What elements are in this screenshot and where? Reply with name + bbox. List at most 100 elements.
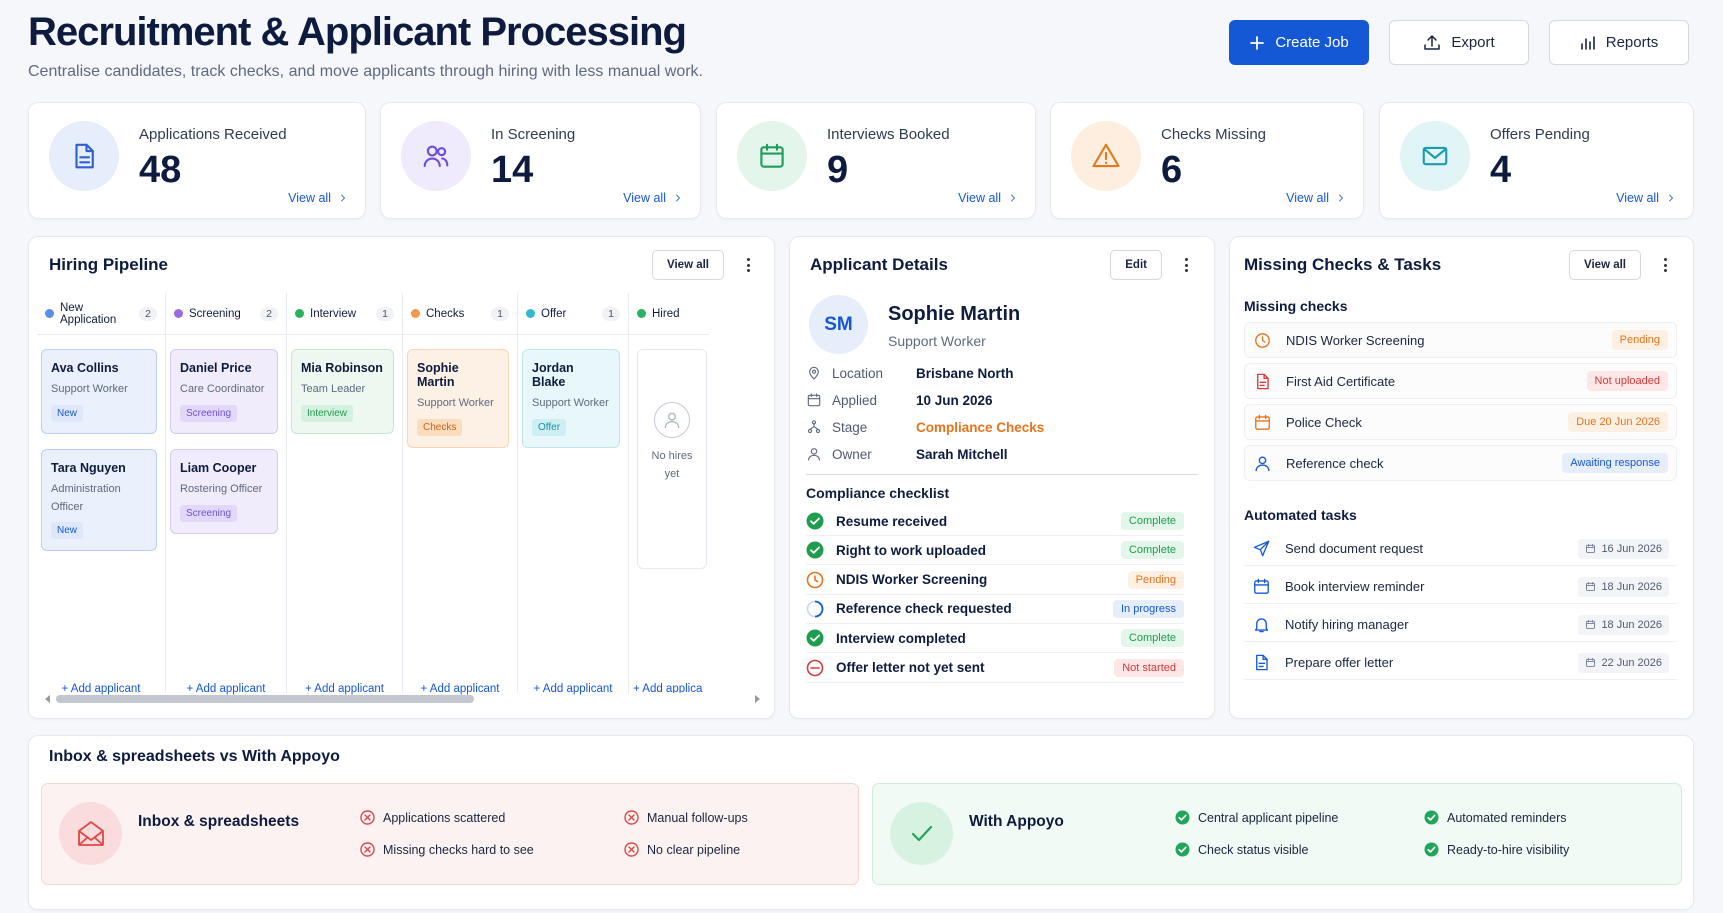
stat-card: In Screening 14 View all: [380, 102, 701, 219]
checklist-title: Compliance checklist: [806, 485, 950, 501]
comparison-item: Applications scattered: [360, 810, 505, 825]
task-date: 22 Jun 2026: [1578, 652, 1669, 673]
check-icon: [890, 802, 953, 865]
horizontal-scrollbar[interactable]: [43, 693, 760, 705]
calendar-icon: [1252, 577, 1272, 596]
info-key: Owner: [806, 446, 916, 462]
stage-badge: Checks: [417, 418, 463, 436]
task-date: 18 Jun 2026: [1578, 614, 1669, 635]
applicant-card[interactable]: Tara Nguyen Administration Officer New: [41, 449, 157, 552]
stage-badge: Screening: [180, 504, 238, 522]
info-key-label: Stage: [832, 419, 868, 435]
column-name: Checks: [426, 307, 465, 320]
column-count: 1: [491, 306, 509, 321]
task-date-text: 22 Jun 2026: [1601, 656, 1662, 669]
pipeline-column: Interview 1 Mia Robinson Team Leader Intervi…: [287, 293, 403, 695]
info-key: Location: [806, 365, 916, 381]
view-all-label: View all: [958, 191, 1001, 205]
missing-view-all-button[interactable]: View all: [1569, 250, 1641, 280]
missing-check-row[interactable]: First Aid Certificate Not uploaded: [1244, 363, 1677, 399]
status-badge: Complete: [1120, 512, 1184, 530]
plus-icon: [1249, 35, 1265, 51]
status-icon: [806, 629, 826, 647]
applicant-card[interactable]: Sophie Martin Support Worker Checks: [407, 349, 509, 448]
missing-check-row[interactable]: Police Check Due 20 Jun 2026: [1244, 404, 1677, 440]
applicant-card[interactable]: Jordan Blake Support Worker Offer: [522, 349, 620, 448]
pipeline-column: Offer 1 Jordan Blake Support Worker Offer + A…: [518, 293, 629, 695]
stat-view-all-link[interactable]: View all: [623, 191, 684, 205]
comparison-item: Automated reminders: [1424, 810, 1567, 825]
users-icon: [401, 121, 471, 191]
missing-title: Missing Checks & Tasks: [1244, 255, 1442, 274]
calendar-icon: [1253, 413, 1273, 432]
stat-card: Offers Pending 4 View all: [1379, 102, 1694, 219]
status-badge: Not started: [1114, 658, 1184, 677]
info-row: Location Brisbane North: [806, 365, 1014, 381]
calendar-icon: [1585, 543, 1596, 554]
stat-view-all-link[interactable]: View all: [288, 191, 349, 205]
header-actions: Create Job Export Reports: [1229, 20, 1689, 65]
x-circle-icon: [624, 810, 639, 825]
applicant-card[interactable]: Mia Robinson Team Leader Interview: [291, 349, 394, 434]
automated-task-row[interactable]: Prepare offer letter 22 Jun 2026: [1244, 646, 1677, 680]
comparison-item-label: Missing checks hard to see: [383, 842, 534, 857]
inbox-box: Inbox & spreadsheets Applications scatte…: [41, 783, 859, 885]
page-header: Recruitment & Applicant Processing Centr…: [28, 10, 703, 81]
applicant-title: Applicant Details: [810, 255, 948, 274]
column-header: Screening 2: [166, 293, 286, 335]
add-applicant-link[interactable]: + Add applica: [629, 683, 709, 693]
applicant-card[interactable]: Liam Cooper Rostering Officer Screening: [170, 449, 278, 534]
stat-value: 4: [1490, 149, 1512, 191]
no-hires-text: No hires yet: [651, 450, 693, 480]
status-badge: In progress: [1112, 599, 1184, 618]
automated-task-row[interactable]: Notify hiring manager 18 Jun 2026: [1244, 608, 1677, 642]
export-button[interactable]: Export: [1389, 20, 1529, 65]
pipeline-more-icon[interactable]: [740, 256, 756, 274]
missing-check-row[interactable]: NDIS Worker Screening Pending: [1244, 322, 1677, 358]
file-icon: [1253, 372, 1273, 391]
status-badge: Awaiting response: [1562, 453, 1668, 473]
chevron-right-icon: [1335, 192, 1347, 204]
checklist-label: Interview completed: [836, 630, 966, 646]
status-badge: Pending: [1611, 330, 1668, 350]
stat-view-all-link[interactable]: View all: [1286, 191, 1347, 205]
stat-view-all-link[interactable]: View all: [958, 191, 1019, 205]
info-row: Owner Sarah Mitchell: [806, 446, 1008, 462]
automated-task-row[interactable]: Book interview reminder 18 Jun 2026: [1244, 570, 1677, 604]
applicant-card-name: Sophie Martin: [417, 361, 459, 389]
column-header: New Application 2: [37, 293, 165, 335]
applicant-more-icon[interactable]: [1178, 256, 1194, 274]
pipeline-title: Hiring Pipeline: [49, 255, 169, 274]
column-name: New Application: [60, 301, 117, 326]
applicant-card[interactable]: Daniel Price Care Coordinator Screening: [170, 349, 278, 434]
status-icon: [806, 512, 826, 530]
edit-button[interactable]: Edit: [1110, 250, 1162, 280]
automated-task-row[interactable]: Send document request 16 Jun 2026: [1244, 532, 1677, 566]
status-badge: Complete: [1120, 629, 1184, 648]
stat-view-all-link[interactable]: View all: [1616, 191, 1677, 205]
create-job-button[interactable]: Create Job: [1229, 20, 1369, 65]
chevron-right-icon: [1007, 192, 1019, 204]
pipeline-view-all-button[interactable]: View all: [652, 250, 724, 280]
missing-more-icon[interactable]: [1657, 256, 1673, 274]
task-date-text: 18 Jun 2026: [1601, 580, 1662, 593]
column-name: Hired: [652, 307, 680, 320]
user-placeholder-icon: [654, 402, 690, 438]
calendar-icon: [806, 392, 822, 408]
status-dot: [411, 309, 420, 318]
missing-check-row[interactable]: Reference check Awaiting response: [1244, 445, 1677, 481]
comparison-item-label: Central applicant pipeline: [1198, 810, 1339, 825]
bar-chart-icon: [1580, 35, 1596, 51]
stat-card: Checks Missing 6 View all: [1050, 102, 1364, 219]
reports-button[interactable]: Reports: [1549, 20, 1689, 65]
user-icon: [806, 446, 822, 462]
mail-open-icon: [59, 802, 122, 865]
location-icon: [806, 365, 822, 381]
stage-badge: New: [51, 404, 84, 422]
info-row: Applied 10 Jun 2026: [806, 392, 993, 408]
applicant-card-role: Care Coordinator: [180, 383, 265, 395]
status-badge: Not uploaded: [1586, 371, 1668, 391]
applicant-card[interactable]: Ava Collins Support Worker New: [41, 349, 157, 434]
status-icon: [806, 571, 826, 589]
applicant-details-panel: Applicant Details Edit SM Sophie Martin …: [789, 236, 1215, 719]
